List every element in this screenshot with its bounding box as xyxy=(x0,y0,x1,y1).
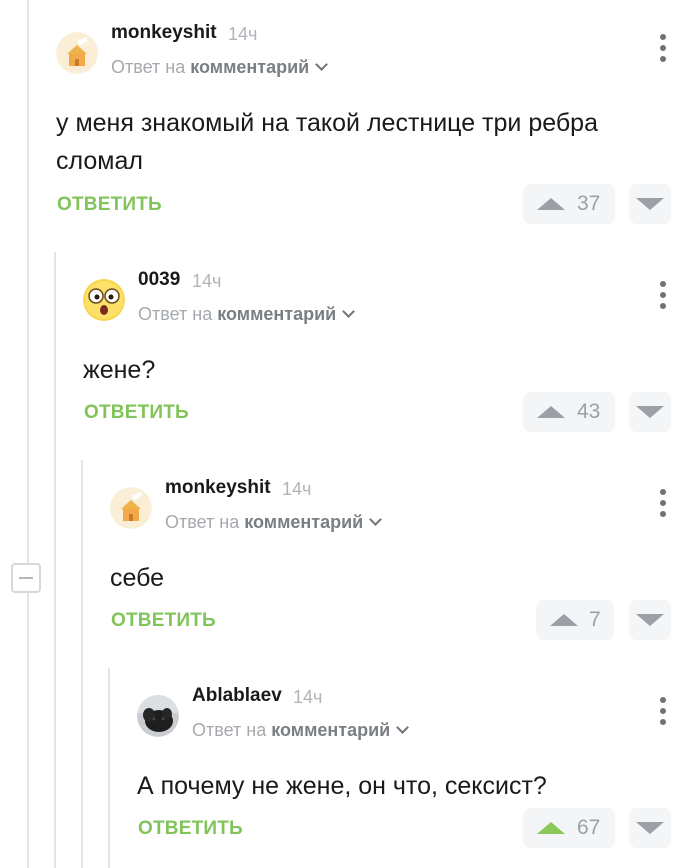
shocked-face-avatar-icon xyxy=(83,279,125,321)
reply-to-link[interactable]: Ответ на комментарий xyxy=(138,304,356,325)
downvote-button[interactable] xyxy=(629,392,671,432)
reply-to-link[interactable]: Ответ на комментарий xyxy=(111,57,329,78)
timestamp: 14ч xyxy=(192,271,222,291)
comment-text: у меня знакомый на такой лестнице три ре… xyxy=(56,109,598,175)
vote-count: 43 xyxy=(577,400,601,423)
username[interactable]: 0039 xyxy=(138,269,180,291)
collapse-thread-button[interactable] xyxy=(11,563,41,593)
chevron-down-icon xyxy=(342,305,356,318)
thread-line-3 xyxy=(81,460,83,868)
upvote-arrow-icon xyxy=(537,406,565,418)
black-dog-avatar-icon xyxy=(137,695,179,737)
reply-to-link[interactable]: Ответ на комментарий xyxy=(165,512,383,533)
comment: Ablablaev 14ч Ответ на комментарий А поч… xyxy=(137,685,676,855)
vote-count: 67 xyxy=(577,816,601,839)
chevron-down-icon xyxy=(396,721,410,734)
comment: monkeyshit 14ч Ответ на комментарий себе… xyxy=(110,477,676,647)
username[interactable]: monkeyshit xyxy=(111,22,217,44)
timestamp: 14ч xyxy=(282,479,312,499)
downvote-arrow-icon xyxy=(636,822,664,834)
reply-to-link[interactable]: Ответ на комментарий xyxy=(192,720,410,741)
house-avatar-icon xyxy=(110,487,152,529)
avatar[interactable] xyxy=(56,32,98,74)
upvote-arrow-icon xyxy=(537,822,565,834)
vote-count: 37 xyxy=(577,192,601,215)
thread-line-4 xyxy=(108,668,110,868)
vote-count: 7 xyxy=(589,608,601,631)
thread-line-2 xyxy=(54,252,56,868)
avatar[interactable] xyxy=(110,487,152,529)
comment: 0039 14ч Ответ на комментарий жене? ОТВЕ… xyxy=(83,269,676,439)
avatar[interactable] xyxy=(83,279,125,321)
comment: monkeyshit 14ч Ответ на комментарий у ме… xyxy=(56,22,676,232)
comment-text: себе xyxy=(110,564,165,592)
reply-button[interactable]: ОТВЕТИТЬ xyxy=(84,402,189,424)
chevron-down-icon xyxy=(315,58,329,71)
upvote-arrow-icon xyxy=(550,614,578,626)
comment-text: жене? xyxy=(83,356,156,384)
timestamp: 14ч xyxy=(228,24,258,44)
upvote-button[interactable]: 67 xyxy=(523,808,615,848)
reply-button[interactable]: ОТВЕТИТЬ xyxy=(138,818,243,840)
house-avatar-icon xyxy=(56,32,98,74)
reply-button[interactable]: ОТВЕТИТЬ xyxy=(57,194,162,216)
username[interactable]: monkeyshit xyxy=(165,477,271,499)
upvote-arrow-icon xyxy=(537,198,565,210)
upvote-button[interactable]: 7 xyxy=(536,600,614,640)
thread-line-1 xyxy=(27,0,29,868)
username[interactable]: Ablablaev xyxy=(192,685,282,707)
more-options-icon[interactable] xyxy=(660,697,666,725)
upvote-button[interactable]: 43 xyxy=(523,392,615,432)
comment-text: А почему не жене, он что, сексист? xyxy=(137,772,547,800)
upvote-button[interactable]: 37 xyxy=(523,184,615,224)
downvote-button[interactable] xyxy=(629,808,671,848)
downvote-button[interactable] xyxy=(629,184,671,224)
more-options-icon[interactable] xyxy=(660,281,666,309)
timestamp: 14ч xyxy=(293,687,323,707)
avatar[interactable] xyxy=(137,695,179,737)
downvote-arrow-icon xyxy=(636,406,664,418)
downvote-arrow-icon xyxy=(636,198,664,210)
chevron-down-icon xyxy=(369,513,383,526)
downvote-button[interactable] xyxy=(629,600,671,640)
reply-button[interactable]: ОТВЕТИТЬ xyxy=(111,610,216,632)
more-options-icon[interactable] xyxy=(660,489,666,517)
downvote-arrow-icon xyxy=(636,614,664,626)
more-options-icon[interactable] xyxy=(660,34,666,62)
